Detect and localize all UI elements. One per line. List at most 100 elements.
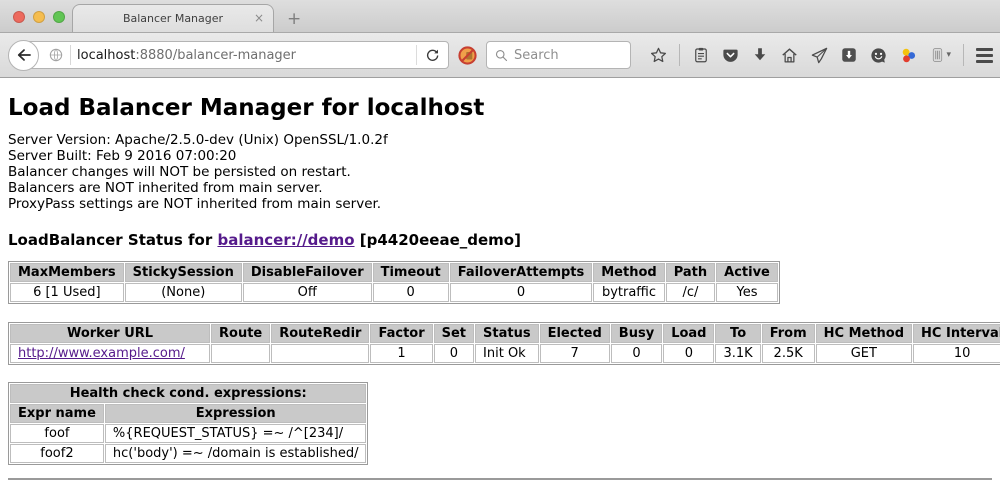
menu-icon[interactable] <box>970 48 999 63</box>
url-bar[interactable]: localhost:8880/balancer-manager <box>21 41 449 69</box>
col-active: Active <box>716 263 778 282</box>
search-bar[interactable] <box>486 41 631 69</box>
url-path: :8880/balancer-manager <box>135 48 296 63</box>
tab-bar: Balancer Manager × + <box>0 0 1000 33</box>
tab-title: Balancer Manager <box>123 12 223 25</box>
col-maxmembers: MaxMembers <box>10 263 124 282</box>
toolbar-icons: ▾ <box>643 44 1000 66</box>
server-version-line: Server Version: Apache/2.5.0-dev (Unix) … <box>8 132 992 148</box>
col-disablefailover: DisableFailover <box>243 263 372 282</box>
col-factor: Factor <box>370 324 432 343</box>
url-text[interactable]: localhost:8880/balancer-manager <box>77 48 416 63</box>
bottom-divider <box>8 478 992 480</box>
col-method: Method <box>593 263 664 282</box>
table-title-row: Health check cond. expressions: <box>10 384 366 403</box>
cell-from: 2.5K <box>762 344 815 363</box>
url-domain: localhost <box>77 48 135 63</box>
search-input[interactable] <box>514 48 614 63</box>
worker-url-link[interactable]: http://www.example.com/ <box>18 346 185 361</box>
pocket-icon[interactable] <box>715 46 745 65</box>
extension-download-icon[interactable] <box>834 46 863 64</box>
bookmark-star-icon[interactable] <box>643 46 673 65</box>
table-row: http://www.example.com/ 1 0 Init Ok 7 0 … <box>10 344 1000 363</box>
table-row: foof2 hc('body') =~ /domain is establish… <box>10 444 366 463</box>
cell-load: 0 <box>663 344 714 363</box>
cell-status: Init Ok <box>475 344 539 363</box>
cell-expr-name: foof <box>10 424 104 443</box>
col-busy: Busy <box>611 324 662 343</box>
cell-method: bytraffic <box>593 283 664 302</box>
table-header-row: Worker URL Route RouteRedir Factor Set S… <box>10 324 1000 343</box>
new-tab-button[interactable]: + <box>281 9 307 29</box>
reload-icon <box>425 48 440 63</box>
urlbar-divider <box>70 45 71 65</box>
loadbalancer-status-heading: LoadBalancer Status for balancer://demo … <box>8 231 992 249</box>
worker-status-table: Worker URL Route RouteRedir Factor Set S… <box>8 322 1000 365</box>
cell-busy: 0 <box>611 344 662 363</box>
chat-smiley-icon[interactable] <box>863 46 893 65</box>
col-set: Set <box>434 324 474 343</box>
col-route: Route <box>211 324 270 343</box>
zoom-window-button[interactable] <box>53 11 65 23</box>
cell-set: 0 <box>434 344 474 363</box>
chevron-down-icon[interactable]: ▾ <box>947 50 952 60</box>
col-expression: Expression <box>105 404 367 423</box>
video-downloadhelper-icon[interactable] <box>893 46 923 65</box>
downloads-icon[interactable] <box>745 46 774 64</box>
health-table-title: Health check cond. expressions: <box>10 384 366 403</box>
reading-list-clipboard-icon[interactable] <box>686 46 715 64</box>
cell-expr-name: foof2 <box>10 444 104 463</box>
col-from: From <box>762 324 815 343</box>
close-window-button[interactable] <box>13 11 25 23</box>
col-hc-interval: HC Interval <box>913 324 1000 343</box>
sidebar-extension-icon[interactable]: ▾ <box>923 46 957 64</box>
cell-to: 3.1K <box>715 344 760 363</box>
minimize-window-button[interactable] <box>33 11 45 23</box>
reload-button[interactable] <box>416 45 448 65</box>
col-load: Load <box>663 324 714 343</box>
cell-timeout: 0 <box>373 283 449 302</box>
tab-balancer-manager[interactable]: Balancer Manager × <box>72 4 274 32</box>
col-timeout: Timeout <box>373 263 449 282</box>
cell-hc-interval: 10 <box>913 344 1000 363</box>
tab-close-icon[interactable]: × <box>254 11 264 25</box>
home-icon[interactable] <box>774 46 804 65</box>
col-worker-url: Worker URL <box>10 324 210 343</box>
back-button[interactable] <box>8 40 39 71</box>
cell-routeredir <box>271 344 369 363</box>
proxypass-notice-line: ProxyPass settings are NOT inherited fro… <box>8 196 992 212</box>
balancer-settings-table: MaxMembers StickySession DisableFailover… <box>8 261 780 304</box>
search-icon <box>494 48 509 63</box>
toolbar-divider <box>679 44 680 66</box>
cell-expression: hc('body') =~ /domain is established/ <box>105 444 367 463</box>
cell-hc-method: GET <box>816 344 912 363</box>
persist-notice-line: Balancer changes will NOT be persisted o… <box>8 164 992 180</box>
col-path: Path <box>666 263 715 282</box>
cell-active: Yes <box>716 283 778 302</box>
cell-expression: %{REQUEST_STATUS} =~ /^[234]/ <box>105 424 367 443</box>
page-title: Load Balancer Manager for localhost <box>8 95 992 121</box>
cell-failoverattempts: 0 <box>450 283 593 302</box>
col-stickysession: StickySession <box>125 263 242 282</box>
status-heading-suffix: [p4420eeae_demo] <box>355 231 521 249</box>
cell-disablefailover: Off <box>243 283 372 302</box>
navigation-toolbar: localhost:8880/balancer-manager <box>0 33 1000 78</box>
cell-maxmembers: 6 [1 Used] <box>10 283 124 302</box>
page-content: Load Balancer Manager for localhost Serv… <box>0 78 1000 491</box>
col-routeredir: RouteRedir <box>271 324 369 343</box>
cell-factor: 1 <box>370 344 432 363</box>
send-tab-icon[interactable] <box>804 46 834 65</box>
col-failoverattempts: FailoverAttempts <box>450 263 593 282</box>
cell-path: /c/ <box>666 283 715 302</box>
balancer-demo-link[interactable]: balancer://demo <box>217 231 354 249</box>
table-header-row: MaxMembers StickySession DisableFailover… <box>10 263 778 282</box>
col-to: To <box>715 324 760 343</box>
cell-stickysession: (None) <box>125 283 242 302</box>
health-check-table: Health check cond. expressions: Expr nam… <box>8 382 368 465</box>
globe-icon <box>48 47 64 63</box>
inherit-notice-line: Balancers are NOT inherited from main se… <box>8 180 992 196</box>
col-hc-method: HC Method <box>816 324 912 343</box>
cell-worker-url: http://www.example.com/ <box>10 344 210 363</box>
plugin-blocked-icon[interactable] <box>457 45 478 66</box>
back-arrow-icon <box>15 46 33 64</box>
